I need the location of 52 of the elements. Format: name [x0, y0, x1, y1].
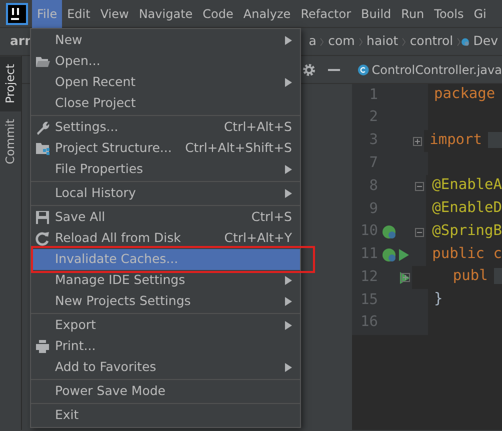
- menu-item[interactable]: Refactor: [296, 0, 356, 28]
- code-line: publ: [452, 268, 488, 284]
- code-line: @EnableD: [432, 200, 502, 216]
- breadcrumb[interactable]: a: [304, 32, 320, 51]
- app-logo-icon: [6, 2, 28, 24]
- code-line: }: [434, 291, 443, 308]
- class-icon: [358, 62, 369, 76]
- settings-icon: [302, 62, 316, 76]
- breadcrumb[interactable]: haiot: [362, 32, 402, 51]
- breadcrumb[interactable]: Dev: [469, 32, 502, 51]
- menu-item[interactable]: Tools: [429, 0, 469, 28]
- code-line: import: [430, 132, 482, 148]
- menu-item[interactable]: Export: [31, 315, 300, 336]
- menu-item[interactable]: Edit: [62, 0, 96, 28]
- menu-item[interactable]: Reload All from Disk Ctrl+Alt+Y: [31, 228, 300, 249]
- code-line: @SpringB: [432, 222, 502, 239]
- menu-item[interactable]: Local History: [31, 183, 300, 204]
- menu-item[interactable]: Manage IDE Settings: [31, 270, 300, 291]
- breadcrumb[interactable]: control: [406, 32, 458, 51]
- menu-item[interactable]: Gi: [468, 0, 492, 28]
- menu-item[interactable]: Navigate: [134, 0, 198, 28]
- menu-item[interactable]: Open...: [31, 51, 300, 72]
- menu-item[interactable]: File Properties: [31, 159, 300, 180]
- reload-icon: [35, 231, 50, 246]
- menu-item[interactable]: New Projects Settings: [31, 291, 300, 312]
- menu-item[interactable]: Save All Ctrl+S: [31, 207, 300, 228]
- menu-item[interactable]: View: [95, 0, 134, 28]
- menu-item[interactable]: Open Recent: [31, 72, 300, 93]
- menu-item[interactable]: Project Structure... Ctrl+Alt+Shift+S: [31, 138, 300, 159]
- menu-item[interactable]: Power Save Mode: [31, 381, 300, 402]
- save-icon: [35, 210, 50, 225]
- menu-item[interactable]: Build: [356, 0, 396, 28]
- folder-grid-icon: [35, 141, 50, 156]
- menu-item[interactable]: New: [31, 30, 300, 51]
- menu-item[interactable]: Run: [396, 0, 430, 28]
- menu-item[interactable]: Settings... Ctrl+Alt+S: [31, 117, 300, 138]
- printer-icon: [35, 339, 50, 354]
- tool-window-tab[interactable]: Project: [0, 56, 21, 112]
- menu-item[interactable]: Code: [198, 0, 238, 28]
- code-line: package: [434, 86, 496, 102]
- folder-icon: [35, 54, 50, 69]
- menu-item[interactable]: Print...: [31, 336, 300, 357]
- breadcrumb[interactable]: com: [324, 32, 359, 51]
- tool-window-tab[interactable]: Commit: [0, 111, 21, 173]
- code-line: public c: [432, 246, 502, 262]
- menu-item[interactable]: Exit: [31, 405, 300, 426]
- code-line: @EnableA: [432, 177, 502, 194]
- menu-item[interactable]: Analyze: [238, 0, 296, 28]
- wrench-icon: [35, 120, 50, 135]
- menu-item[interactable]: Close Project: [31, 93, 300, 114]
- menu-item[interactable]: Add to Favorites: [31, 357, 300, 378]
- minimize-icon: [328, 68, 340, 70]
